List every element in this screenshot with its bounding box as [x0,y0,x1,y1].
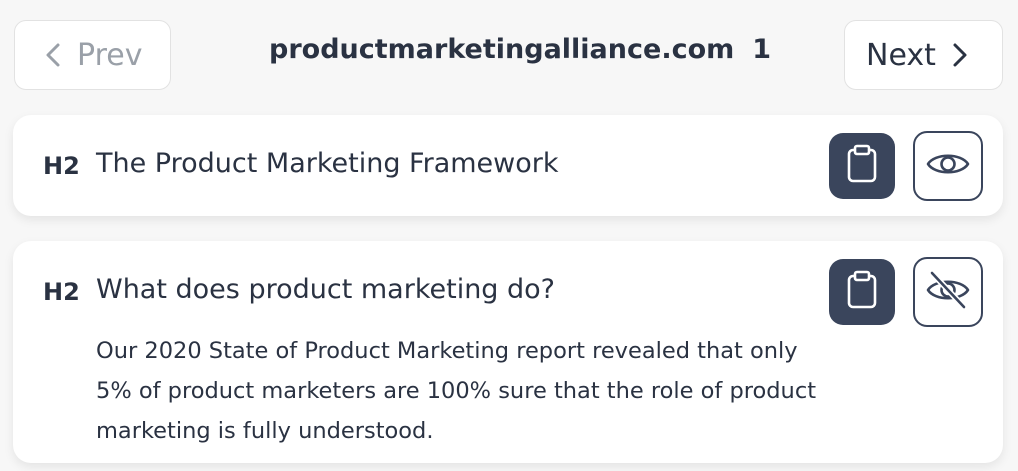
prev-button-label: Prev [77,37,143,73]
heading-body-text: Our 2020 State of Product Marketing repo… [96,338,817,444]
toggle-visibility-button[interactable] [913,257,983,327]
clipboard-icon [845,270,879,314]
copy-button[interactable] [829,133,895,199]
result-count: 1 [752,34,772,65]
heading-card: H2 The Product Marketing Framework [13,115,1003,216]
toggle-visibility-button[interactable] [913,131,983,201]
chevron-left-icon [45,42,61,68]
eye-icon [926,149,970,183]
next-button-label: Next [866,37,936,73]
heading-text: What does product marketing do? [96,274,556,305]
next-button[interactable]: Next [844,20,1003,90]
prev-button[interactable]: Prev [14,20,171,90]
eye-off-icon [926,270,970,314]
site-domain-title: productmarketingalliance.com 1 [269,34,771,65]
heading-level-tag: H2 [43,278,80,306]
clipboard-icon [845,144,879,188]
site-domain: productmarketingalliance.com [269,34,735,65]
heading-card: H2 What does product marketing do? Our 2… [13,241,1003,463]
top-navigation-bar: Prev productmarketingalliance.com 1 Next [0,0,1018,110]
heading-level-tag: H2 [43,152,80,180]
copy-button[interactable] [829,259,895,325]
chevron-right-icon [952,42,968,68]
heading-text: The Product Marketing Framework [96,148,559,179]
